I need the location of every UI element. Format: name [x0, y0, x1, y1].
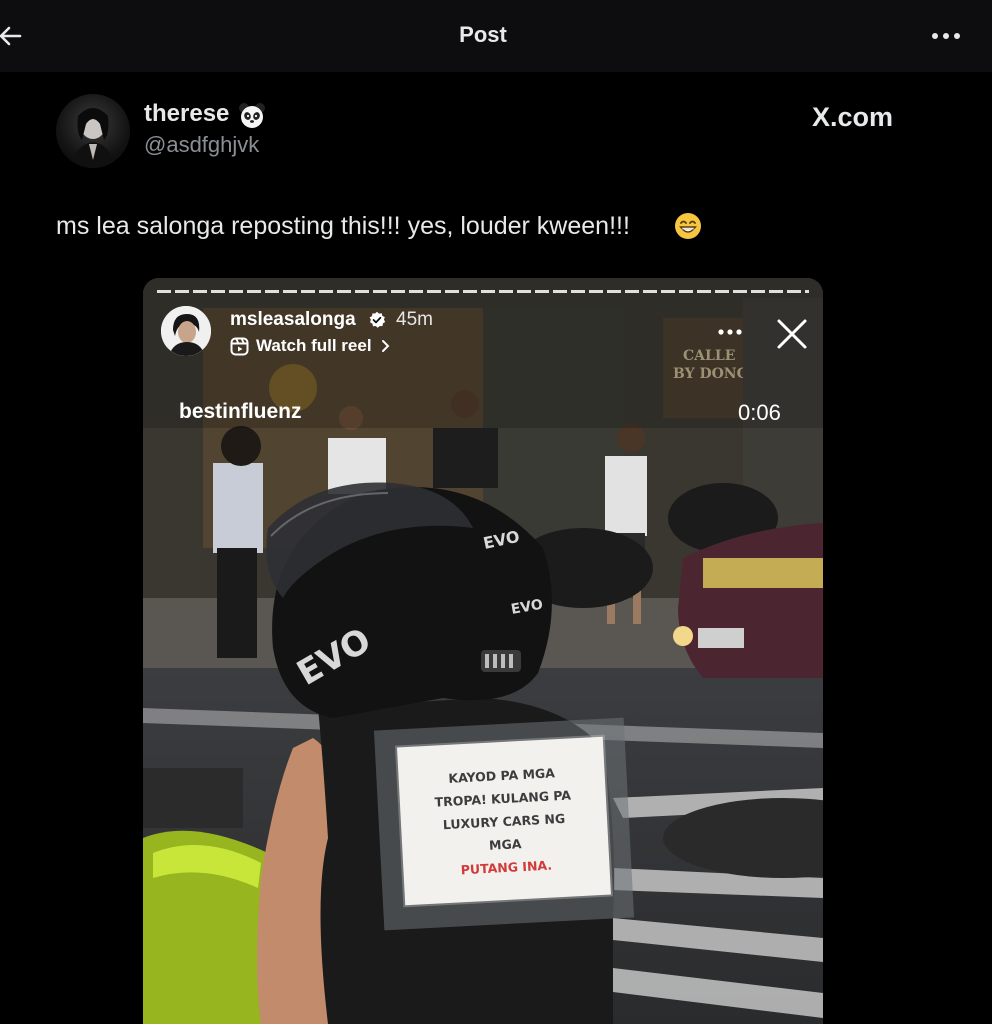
video-timecode: 0:06: [738, 400, 781, 425]
verified-badge-icon: [369, 311, 386, 328]
street-scene-image: CALLE BY DONG EVO EVO EVO: [143, 278, 823, 1024]
avatar[interactable]: [56, 94, 130, 168]
embedded-media[interactable]: CALLE BY DONG EVO EVO EVO KAYOD PA MGA T…: [143, 278, 823, 1024]
reels-icon: [230, 337, 249, 356]
story-timestamp: 45m: [396, 309, 433, 330]
panda-face-icon: [239, 103, 265, 128]
page-title: Post: [459, 22, 507, 47]
overlay-username: bestinfluenz: [179, 400, 302, 423]
close-icon[interactable]: [776, 318, 808, 350]
vest-sign: KAYOD PA MGA TROPA! KULANG PA LUXURY CAR…: [397, 736, 611, 906]
story-avatar[interactable]: [161, 306, 211, 356]
source-label: X.com: [812, 102, 894, 132]
watch-full-reel-link[interactable]: Watch full reel: [256, 336, 372, 356]
user-handle[interactable]: @asdfghjvk: [144, 132, 259, 158]
chevron-right-icon: [382, 340, 390, 352]
story-more-icon[interactable]: [717, 328, 743, 336]
display-name[interactable]: therese: [144, 100, 229, 128]
grinning-face-icon: [675, 213, 701, 239]
top-bar: Post: [0, 0, 992, 72]
post-text: ms lea salonga reposting this!!! yes, lo…: [56, 212, 630, 240]
story-progress-bar: [157, 290, 809, 293]
story-username[interactable]: msleasalonga: [230, 309, 356, 331]
more-horizontal-icon[interactable]: [930, 30, 964, 42]
